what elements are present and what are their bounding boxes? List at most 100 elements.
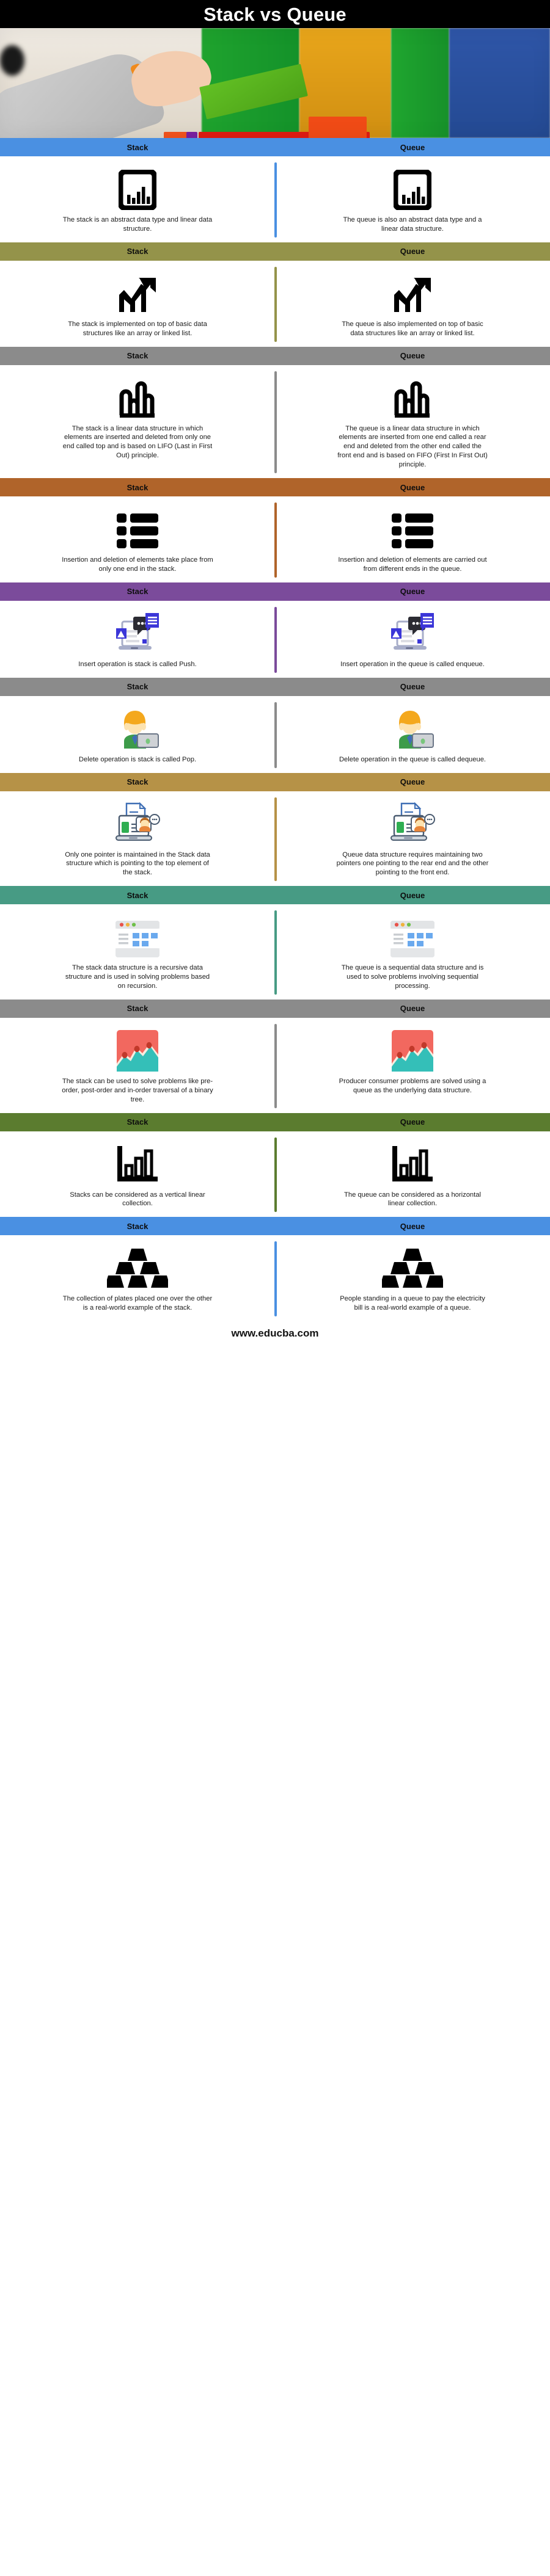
column-header-stack: Stack <box>127 1117 148 1127</box>
stack-description: Insertion and deletion of elements take … <box>62 556 213 573</box>
site-url: www.educba.com <box>231 1327 319 1340</box>
column-header-queue: Queue <box>400 482 425 492</box>
stack-cell: Insert operation is stack is called Push… <box>0 601 275 678</box>
bar-chart-framed-icon <box>394 164 431 210</box>
column-divider <box>274 910 277 995</box>
person-with-laptop-icon <box>391 703 435 750</box>
outline-bar-chart-icon <box>117 372 158 419</box>
laptop-document-person-icon <box>389 799 436 845</box>
queue-description: Insertion and deletion of elements are c… <box>338 556 487 573</box>
stack-description: Only one pointer is maintained in the St… <box>65 851 210 877</box>
axis-bar-chart-icon <box>391 1139 434 1185</box>
comparison-rows: Stack Queue The stack is an abstract data… <box>0 138 550 1322</box>
column-header-stack: Stack <box>127 587 148 597</box>
comparison-row: Delete operation is stack is called Pop.… <box>0 695 550 773</box>
queue-description: The queue is also an abstract data type … <box>343 216 482 233</box>
column-header-stack: Stack <box>127 682 148 692</box>
queue-cell: The queue is a linear data structure in … <box>275 365 550 478</box>
queue-cell: People standing in a queue to pay the el… <box>275 1235 550 1321</box>
comparison-row: The collection of plates placed one over… <box>0 1235 550 1322</box>
growth-arrow-chart-icon <box>391 268 435 314</box>
queue-cell: The queue can be considered as a horizon… <box>275 1131 550 1217</box>
queue-cell: Producer consumer problems are solved us… <box>275 1018 550 1113</box>
column-divider <box>274 266 277 342</box>
column-header-queue: Queue <box>400 351 425 361</box>
section-header-band: Stack Queue <box>0 772 550 791</box>
section-header-band: Stack Queue <box>0 1217 550 1236</box>
stacked-plates-pyramid-icon <box>382 1243 443 1289</box>
browser-window-icon <box>115 912 160 958</box>
comparison-row: Insertion and deletion of elements take … <box>0 496 550 582</box>
comparison-row: Insert operation is stack is called Push… <box>0 600 550 678</box>
stack-description: The stack data structure is a recursive … <box>65 964 210 990</box>
queue-description: Producer consumer problems are solved us… <box>339 1077 486 1094</box>
stack-description: The stack is an abstract data type and l… <box>62 216 213 233</box>
comparison-row: Only one pointer is maintained in the St… <box>0 791 550 887</box>
column-divider <box>274 1137 277 1213</box>
column-divider <box>274 503 277 578</box>
outline-bar-chart-icon <box>392 372 433 419</box>
column-header-queue: Queue <box>400 1221 425 1231</box>
stack-cell: Only one pointer is maintained in the St… <box>0 791 275 887</box>
column-divider <box>274 1241 277 1317</box>
page-title: Stack vs Queue <box>204 3 346 25</box>
queue-description: Queue data structure requires maintainin… <box>336 851 489 877</box>
mountain-landscape-icon <box>392 1025 433 1072</box>
queue-description: People standing in a queue to pay the el… <box>340 1295 485 1312</box>
stack-description: The stack can be used to solve problems … <box>62 1077 213 1103</box>
comparison-row: The stack is implemented on top of basic… <box>0 260 550 347</box>
laptop-document-person-icon <box>114 799 161 845</box>
column-divider <box>274 797 277 882</box>
stack-cell: The stack data structure is a recursive … <box>0 904 275 1000</box>
section-header-band: Stack Queue <box>0 242 550 261</box>
stack-cell: Stacks can be considered as a vertical l… <box>0 1131 275 1217</box>
column-header-stack: Stack <box>127 247 148 256</box>
comparison-row: The stack is a linear data structure in … <box>0 365 550 479</box>
queue-cell: The queue is also an abstract data type … <box>275 156 550 242</box>
column-divider <box>274 606 277 673</box>
stack-cell: The stack is an abstract data type and l… <box>0 156 275 242</box>
section-header-band: Stack Queue <box>0 886 550 905</box>
stack-description: The stack is a linear data structure in … <box>62 424 213 460</box>
column-header-stack: Stack <box>127 777 148 787</box>
mountain-landscape-icon <box>117 1025 158 1072</box>
stack-description: The stack is implemented on top of basic… <box>68 320 207 337</box>
stack-description: Stacks can be considered as a vertical l… <box>70 1191 205 1208</box>
stack-description: Delete operation is stack is called Pop. <box>78 755 197 763</box>
column-header-stack: Stack <box>127 351 148 361</box>
queue-description: Delete operation in the queue is called … <box>339 755 486 763</box>
queue-description: Insert operation in the queue is called … <box>340 660 485 668</box>
column-header-queue: Queue <box>400 247 425 256</box>
column-divider <box>274 371 277 474</box>
queue-cell: Insertion and deletion of elements are c… <box>275 496 550 582</box>
section-header-band: Stack Queue <box>0 1112 550 1131</box>
section-header-band: Stack Queue <box>0 138 550 156</box>
queue-cell: Insert operation in the queue is called … <box>275 601 550 678</box>
browser-window-icon <box>390 912 435 958</box>
column-header-queue: Queue <box>400 587 425 597</box>
queue-cell: Queue data structure requires maintainin… <box>275 791 550 887</box>
infographic-page: Stack vs Queue Stack Queue The stack is … <box>0 0 550 1346</box>
photo-vignette <box>0 28 550 138</box>
queue-description: The queue is a sequential data structure… <box>341 964 484 990</box>
stack-description: The collection of plates placed one over… <box>62 1295 213 1312</box>
column-header-queue: Queue <box>400 777 425 787</box>
footer: www.educba.com <box>0 1321 550 1346</box>
column-header-queue: Queue <box>400 1117 425 1127</box>
laptop-chat-message-icon <box>390 608 435 655</box>
stack-cell: The stack is implemented on top of basic… <box>0 261 275 347</box>
queue-cell: The queue is also implemented on top of … <box>275 261 550 347</box>
stack-description: Insert operation is stack is called Push… <box>78 660 197 668</box>
column-divider <box>274 162 277 238</box>
queue-description: The queue is also implemented on top of … <box>342 320 483 337</box>
list-rows-icon <box>116 504 160 550</box>
section-header-band: Stack Queue <box>0 999 550 1018</box>
section-header-band: Stack Queue <box>0 677 550 696</box>
column-header-queue: Queue <box>400 1004 425 1014</box>
stack-cell: The stack is a linear data structure in … <box>0 365 275 478</box>
queue-description: The queue is a linear data structure in … <box>337 424 488 469</box>
column-divider <box>274 702 277 768</box>
hero-photo <box>0 28 550 138</box>
comparison-row: The stack can be used to solve problems … <box>0 1017 550 1113</box>
column-header-stack: Stack <box>127 1004 148 1014</box>
